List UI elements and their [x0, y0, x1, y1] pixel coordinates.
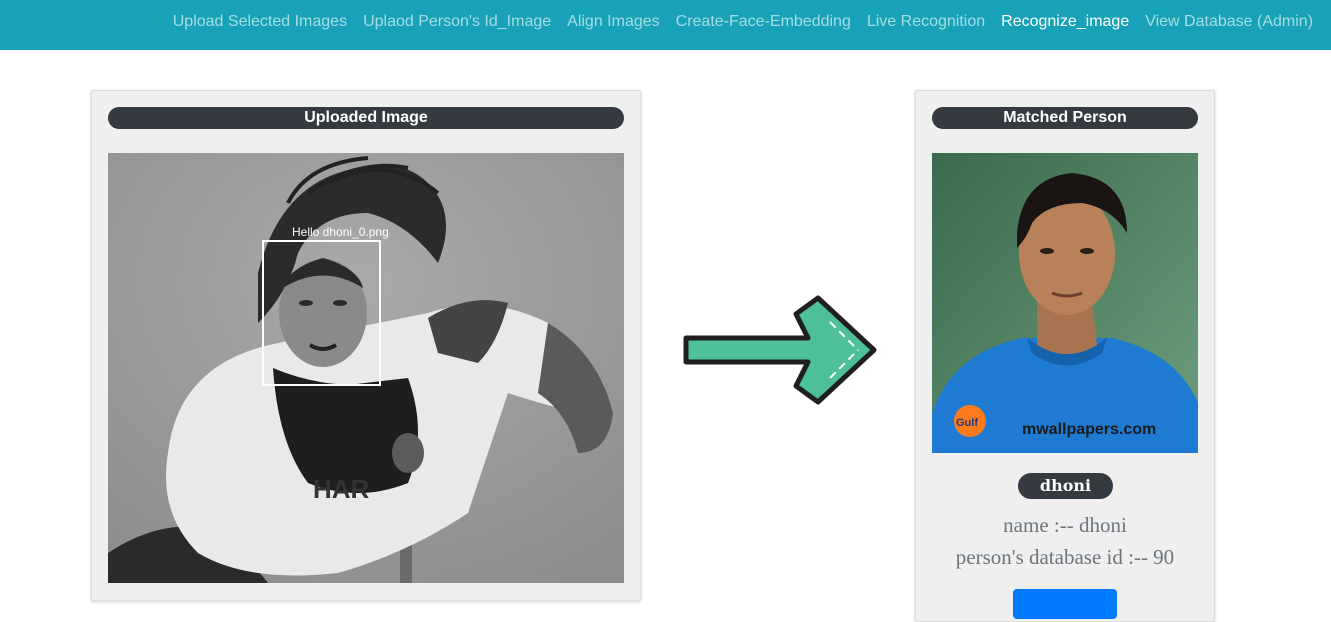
watermark-text: mwallpapers.com	[1022, 421, 1156, 438]
svg-text:Gulf: Gulf	[956, 417, 978, 429]
matched-person-photo: Gulf mwallpapers.com	[932, 153, 1198, 453]
person-name-badge: dhoni	[1018, 473, 1113, 499]
nav-menu: Upload Selected Images Uplaod Person's I…	[165, 0, 1321, 44]
nav-upload-person-id-image[interactable]: Uplaod Person's Id_Image	[355, 13, 559, 31]
matched-photo-graphic: Gulf mwallpapers.com	[932, 153, 1198, 453]
nav-view-database-admin[interactable]: View Database (Admin)	[1137, 13, 1321, 31]
person-id-line: person's database id :-- 90	[955, 545, 1175, 569]
uploaded-image-card: Uploaded Image HAR Hello dhoni_0.png	[91, 90, 641, 601]
matched-person-card: Matched Person Gulf mwallpapers.com dhon…	[915, 90, 1215, 622]
person-name-line: name :-- dhoni	[1003, 513, 1127, 537]
face-box-label: Hello dhoni_0.png	[292, 225, 389, 239]
svg-text:HAR: HAR	[313, 474, 370, 504]
uploaded-photo-graphic: HAR Hello dhoni_0.png	[108, 153, 624, 583]
uploaded-photo: HAR Hello dhoni_0.png	[108, 153, 624, 583]
nav-align-images[interactable]: Align Images	[559, 13, 668, 31]
nav-recognize-image[interactable]: Recognize_image	[993, 13, 1137, 31]
matched-person-title: Matched Person	[932, 107, 1198, 129]
top-navbar: Upload Selected Images Uplaod Person's I…	[0, 0, 1331, 50]
nav-live-recognition[interactable]: Live Recognition	[859, 13, 993, 31]
nav-upload-selected-images[interactable]: Upload Selected Images	[165, 13, 355, 31]
nav-create-face-embedding[interactable]: Create-Face-Embedding	[668, 13, 859, 31]
uploaded-image-title: Uploaded Image	[108, 107, 624, 129]
profile-button[interactable]	[1013, 589, 1117, 619]
right-arrow-icon	[680, 292, 880, 413]
